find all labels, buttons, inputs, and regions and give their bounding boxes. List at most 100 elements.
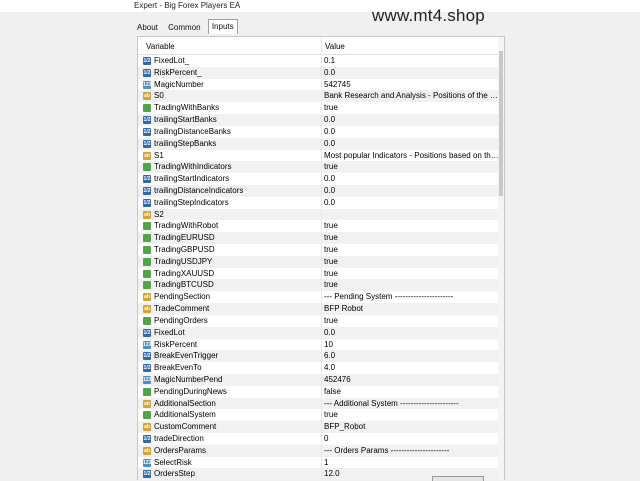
table-row[interactable]: ab S1 Most popular Indicators - Positions … <box>138 149 504 162</box>
tab-about[interactable]: About <box>134 21 161 34</box>
table-row[interactable]: 1/2 BreakEvenTo 4.0 <box>138 362 504 374</box>
table-row[interactable]: 123 SelectRisk 1 <box>138 456 504 469</box>
table-row[interactable]: TradingXAUUSD true <box>138 267 504 280</box>
table-row[interactable]: TradingWithBanks true <box>138 102 504 115</box>
table-row[interactable]: 1/2 FixedLot 0.0 <box>138 326 504 339</box>
variable-value[interactable]: true <box>324 316 500 325</box>
variable-value[interactable]: true <box>324 233 500 242</box>
variable-value[interactable]: true <box>324 162 500 171</box>
table-row[interactable]: 123 MagicNumber 542745 <box>138 78 504 91</box>
variable-value[interactable]: BFP Robot <box>324 304 500 313</box>
table-row[interactable]: 123 RiskPercent 10 <box>138 338 504 351</box>
variable-value[interactable]: true <box>324 221 500 230</box>
variable-value[interactable]: 0.0 <box>324 68 500 77</box>
bool-icon <box>143 269 151 278</box>
variable-name: PendingDuringNews <box>154 386 227 396</box>
table-row[interactable]: PendingOrders true <box>138 314 504 327</box>
table-row[interactable]: TradingWithIndicators true <box>138 161 504 174</box>
variable-value[interactable]: true <box>324 257 500 266</box>
table-row[interactable]: TradingUSDJPY true <box>138 255 504 268</box>
variable-value[interactable]: Bank Research and Analysis - Positions o… <box>324 91 500 100</box>
variable-value[interactable]: Most popular Indicators - Positions base… <box>324 151 500 160</box>
variable-value[interactable]: --- Orders Params ---------------------- <box>324 446 500 455</box>
variable-value[interactable]: 0.0 <box>324 139 500 148</box>
variable-value[interactable]: 6.0 <box>324 351 500 360</box>
variable-name: trailingStartIndicators <box>154 174 230 184</box>
variable-value[interactable]: 0.0 <box>324 186 500 195</box>
column-divider <box>321 373 322 386</box>
variable-value[interactable]: 0 <box>324 434 500 443</box>
variable-value[interactable]: 0.0 <box>324 127 500 136</box>
watermark: www.mt4.shop <box>372 6 485 25</box>
variable-value[interactable]: true <box>324 410 500 419</box>
column-divider <box>321 291 322 304</box>
vertical-scrollbar[interactable] <box>498 37 504 480</box>
string-icon: ab <box>143 423 151 432</box>
table-row[interactable]: TradingEURUSD true <box>138 232 504 244</box>
table-row[interactable]: ab TradeComment BFP Robot <box>138 303 504 315</box>
table-row[interactable]: ab OrdersParams --- Orders Params --------… <box>138 444 504 457</box>
variable-value[interactable]: 10 <box>324 340 500 349</box>
variable-value[interactable]: true <box>324 103 500 112</box>
table-row[interactable]: 1/2 RiskPercent_ 0.0 <box>138 66 504 79</box>
variable-value[interactable]: --- Additional System ------------------… <box>324 399 500 408</box>
tab-inputs[interactable]: Inputs <box>207 19 238 34</box>
column-divider <box>321 456 322 469</box>
variable-value[interactable]: 0.0 <box>324 115 500 124</box>
table-row[interactable]: ab S0 Bank Research and Analysis - Positio… <box>138 90 504 103</box>
table-row[interactable]: 1/2 trailingStartIndicators 0.0 <box>138 173 504 185</box>
dialog-button-edge[interactable] <box>432 476 484 481</box>
variable-value[interactable]: 1 <box>324 458 500 467</box>
table-header: Variable Value <box>138 37 504 55</box>
string-icon: ab <box>143 210 151 219</box>
variable-value[interactable]: false <box>324 387 500 396</box>
variable-value[interactable]: 0.0 <box>324 198 500 207</box>
variable-value[interactable]: true <box>324 269 500 278</box>
table-row[interactable]: TradingGBPUSD true <box>138 244 504 256</box>
table-row[interactable]: TradingBTCUSD true <box>138 279 504 292</box>
table-row[interactable]: TradingWithRobot true <box>138 220 504 233</box>
bool-icon <box>143 163 151 172</box>
variable-value[interactable]: 0.1 <box>324 56 500 65</box>
table-row[interactable]: 1/2 FixedLot_ 0.1 <box>138 55 504 67</box>
column-header-value[interactable]: Value <box>325 42 345 51</box>
variable-value[interactable]: true <box>324 280 500 289</box>
scrollbar-thumb[interactable] <box>499 51 503 196</box>
table-row[interactable]: ab AdditionalSection --- Additional System… <box>138 397 504 410</box>
bool-icon <box>143 411 151 420</box>
table-row[interactable]: 1/2 trailingStepBanks 0.0 <box>138 137 504 150</box>
table-row[interactable]: 1/2 trailingStepIndicators 0.0 <box>138 196 504 209</box>
variable-value[interactable]: 542745 <box>324 80 500 89</box>
table-row[interactable]: 1/2 trailingStartBanks 0.0 <box>138 114 504 126</box>
table-row[interactable]: 1/2 tradeDirection 0 <box>138 433 504 445</box>
variable-name: trailingStepIndicators <box>154 197 229 207</box>
dbl-icon: 1/2 <box>143 328 151 337</box>
table-row[interactable]: ab CustomComment BFP_Robot <box>138 421 504 433</box>
table-row[interactable]: ab S2 <box>138 208 504 221</box>
variable-value[interactable]: 0.0 <box>324 328 500 337</box>
variable-name: TradingWithBanks <box>154 103 220 113</box>
column-divider <box>321 326 322 339</box>
variable-value[interactable]: BFP_Robot <box>324 422 500 431</box>
table-row[interactable]: 123 MagicNumberPend 452476 <box>138 373 504 386</box>
variable-value[interactable]: 452476 <box>324 375 500 384</box>
column-header-variable[interactable]: Variable <box>146 42 175 51</box>
variable-value[interactable]: 4.0 <box>324 363 500 372</box>
table-row[interactable]: ab PendingSection --- Pending System -----… <box>138 291 504 304</box>
variable-name: PendingOrders <box>154 315 208 325</box>
tab-common[interactable]: Common <box>165 21 203 34</box>
variable-name: TradingXAUUSD <box>154 268 215 278</box>
column-divider <box>321 267 322 280</box>
table-row[interactable]: 1/2 trailingDistanceBanks 0.0 <box>138 125 504 138</box>
variable-name: trailingStepBanks <box>154 138 217 148</box>
variable-value[interactable]: --- Pending System ---------------------… <box>324 292 500 301</box>
bool-icon <box>143 257 151 266</box>
table-row[interactable]: 1/2 trailingDistanceIndicators 0.0 <box>138 184 504 197</box>
dbl-icon: 1/2 <box>143 186 151 195</box>
table-row[interactable]: 1/2 BreakEvenTrigger 6.0 <box>138 350 504 363</box>
variable-name: FixedLot <box>154 327 185 337</box>
variable-value[interactable]: true <box>324 245 500 254</box>
table-row[interactable]: PendingDuringNews false <box>138 385 504 398</box>
table-row[interactable]: AdditionalSystem true <box>138 409 504 422</box>
variable-value[interactable]: 0.0 <box>324 174 500 183</box>
